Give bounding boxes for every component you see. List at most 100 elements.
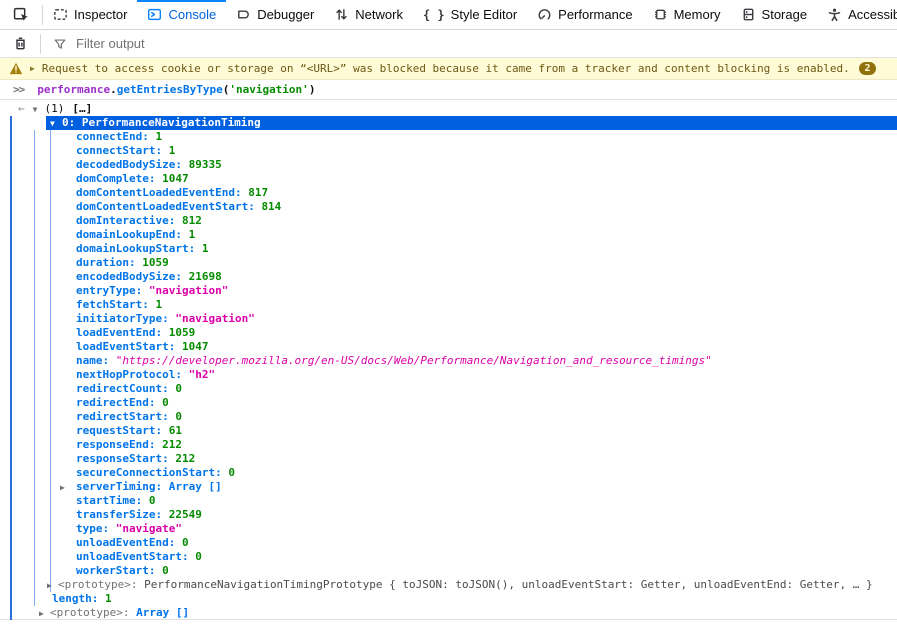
tab-debugger[interactable]: Debugger [226,0,324,29]
array-preview[interactable]: […] [72,102,92,115]
property-value: Array [] [136,606,189,619]
selected-object-row[interactable]: ▼0: PerformanceNavigationTiming [46,116,897,130]
command-argument: 'navigation' [229,83,308,96]
tree-row[interactable]: startTime: 0 [0,494,897,508]
expand-arrow-icon[interactable]: ▶ [30,64,35,73]
property-name: domContentLoadedEventStart [76,200,248,213]
tree-row[interactable]: redirectStart: 0 [0,410,897,424]
property-name: entryType [76,284,136,297]
collapse-arrow-icon[interactable]: ▼ [50,117,55,131]
property-value: 212 [162,438,182,451]
tree-row[interactable]: requestStart: 61 [0,424,897,438]
tab-console[interactable]: Console [137,0,226,29]
filter-output-input[interactable] [74,35,897,52]
tree-row[interactable]: name: "https://developer.mozilla.org/en-… [0,354,897,368]
tree-row[interactable]: entryType: "navigation" [0,284,897,298]
console-icon [147,7,162,22]
tab-network[interactable]: Network [324,0,413,29]
property-value: 0 [162,564,169,577]
panel-tabs: Inspector Console Debugger [43,0,897,29]
tab-memory[interactable]: Memory [643,0,731,29]
tree-row[interactable]: encodedBodySize: 21698 [0,270,897,284]
tree-row[interactable]: redirectEnd: 0 [0,396,897,410]
tab-performance[interactable]: Performance [527,0,642,29]
chip-icon [653,7,668,22]
expand-arrow-icon[interactable]: ▶ [47,579,52,593]
console-output: ←▼(1)[…] ▼0: PerformanceNavigationTiming… [0,100,897,620]
tab-inspector[interactable]: Inspector [43,0,137,29]
tree-row[interactable]: ▶<prototype>: Array [] [0,606,897,620]
console-warning-message[interactable]: ▶ Request to access cookie or storage on… [0,58,897,80]
pick-element-button[interactable] [0,0,42,29]
tree-row[interactable]: connectEnd: 1 [0,130,897,144]
property-separator: : [142,298,155,311]
expand-arrow-icon[interactable]: ▶ [39,607,44,621]
property-name: requestStart [76,424,155,437]
tree-row-selected[interactable]: ▼0: PerformanceNavigationTiming [0,116,897,130]
property-value: "h2" [189,368,216,381]
tree-row[interactable]: secureConnectionStart: 0 [0,466,897,480]
filter-funnel-icon [53,37,67,51]
property-value: 0 [175,410,182,423]
tree-row[interactable]: loadEventStart: 1047 [0,340,897,354]
tree-row[interactable]: domainLookupEnd: 1 [0,228,897,242]
tree-row[interactable]: ▶<prototype>: PerformanceNavigationTimin… [0,578,897,592]
property-value: 0 [162,396,169,409]
tree-row[interactable]: workerStart: 0 [0,564,897,578]
command-object: performance [37,83,110,96]
tree-row[interactable]: type: "navigate" [0,522,897,536]
tree-row[interactable]: nextHopProtocol: "h2" [0,368,897,382]
property-separator: : [175,270,188,283]
property-name: secureConnectionStart [76,466,215,479]
tree-row[interactable]: domContentLoadedEventEnd: 817 [0,186,897,200]
tree-row[interactable]: fetchStart: 1 [0,298,897,312]
tree-row[interactable]: duration: 1059 [0,256,897,270]
expand-arrow-icon[interactable]: ▶ [60,481,65,495]
tree-row[interactable]: domComplete: 1047 [0,172,897,186]
property-separator: : [155,424,168,437]
property-name: domComplete [76,172,149,185]
warning-count-badge: 2 [859,62,876,75]
tab-accessibility[interactable]: Accessibility [817,0,897,29]
property-value: 1 [169,144,176,157]
tree-row[interactable]: domContentLoadedEventStart: 814 [0,200,897,214]
property-separator: : [169,214,182,227]
property-value: PerformanceNavigationTimingPrototype { t… [144,578,872,591]
property-value: 0 [175,382,182,395]
tab-storage[interactable]: Storage [731,0,818,29]
tab-style-editor[interactable]: { } Style Editor [413,0,527,29]
tree-row[interactable]: length: 1 [0,592,897,606]
property-name: loadEventStart [76,340,169,353]
tree-row[interactable]: initiatorType: "navigation" [0,312,897,326]
property-value: 1 [155,298,162,311]
tree-row[interactable]: loadEventEnd: 1059 [0,326,897,340]
property-separator: : [131,578,144,591]
input-prompt-icon: >> [13,83,24,96]
executed-command-row[interactable]: >> performance.getEntriesByType('navigat… [0,80,897,100]
tree-row[interactable]: responseEnd: 212 [0,438,897,452]
property-value: Array [] [169,480,222,493]
tree-row[interactable]: domainLookupStart: 1 [0,242,897,256]
property-value: "navigate" [116,522,182,535]
tree-row[interactable]: responseStart: 212 [0,452,897,466]
tree-row[interactable]: ▶serverTiming: Array [] [0,480,897,494]
tree-row[interactable]: redirectCount: 0 [0,382,897,396]
tree-row[interactable]: unloadEventStart: 0 [0,550,897,564]
tree-row[interactable]: unloadEventEnd: 0 [0,536,897,550]
clear-console-button[interactable] [0,36,40,51]
back-arrow-icon[interactable]: ← [18,102,25,115]
tree-row[interactable]: domInteractive: 812 [0,214,897,228]
tree-row[interactable]: transferSize: 22549 [0,508,897,522]
property-value: 0 [228,466,235,479]
tree-row[interactable]: connectStart: 1 [0,144,897,158]
property-name: unloadEventEnd [76,536,169,549]
result-summary-row[interactable]: ←▼(1)[…] [0,102,897,116]
property-name: loadEventEnd [76,326,155,339]
property-separator: : [175,228,188,241]
property-separator: : [136,284,149,297]
collapse-arrow-icon[interactable]: ▼ [33,105,38,114]
property-name: nextHopProtocol [76,368,175,381]
property-value: 22549 [169,508,202,521]
property-separator: : [235,186,248,199]
tree-row[interactable]: decodedBodySize: 89335 [0,158,897,172]
